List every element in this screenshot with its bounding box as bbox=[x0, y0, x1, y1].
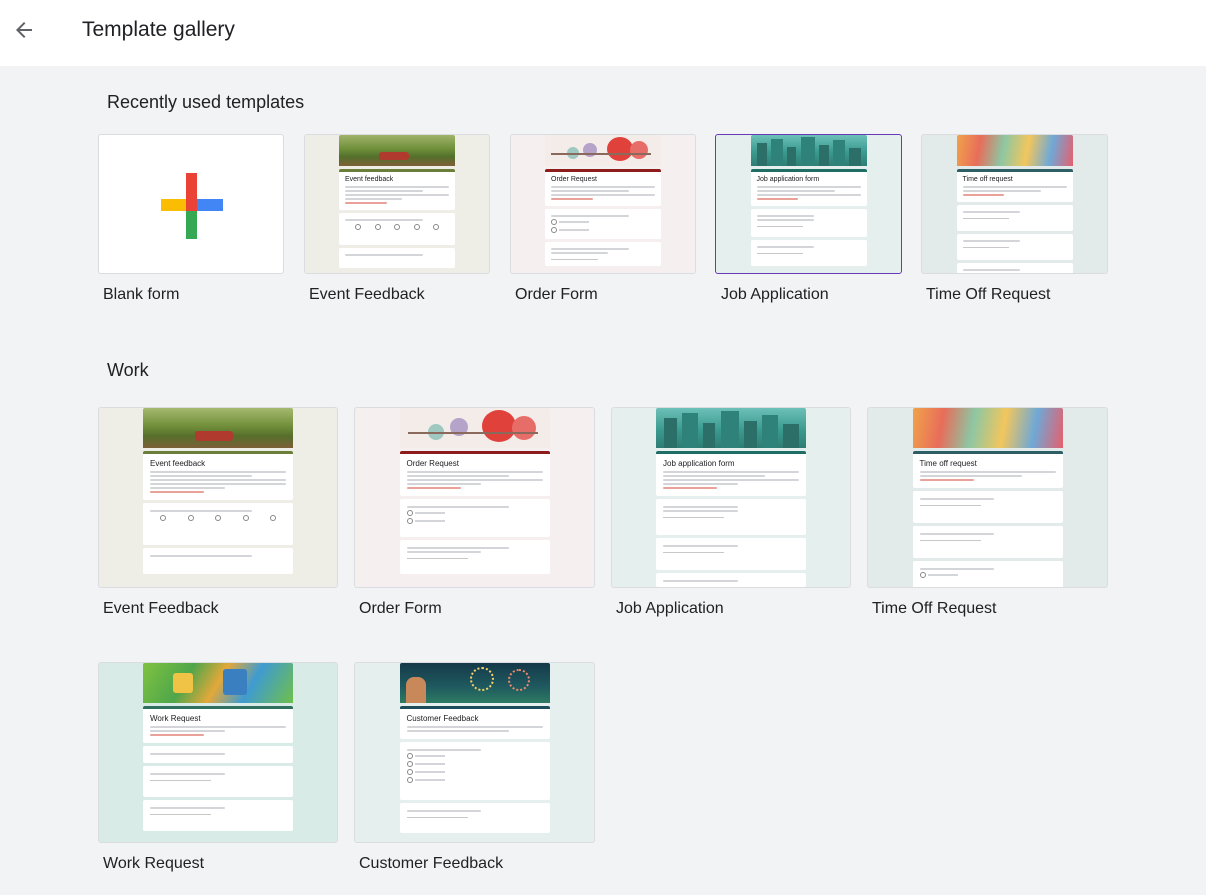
preview-title: Job application form bbox=[663, 459, 735, 468]
template-card-job-application[interactable]: Job application form bbox=[611, 407, 851, 588]
template-label-time-off-request-recent[interactable]: Time Off Request bbox=[926, 286, 1051, 304]
template-label-job-application[interactable]: Job Application bbox=[616, 600, 724, 618]
preview-title: Work Request bbox=[150, 714, 201, 723]
template-card-work-request[interactable]: Work Request bbox=[98, 662, 338, 843]
header-image bbox=[656, 408, 806, 448]
form-preview: Order Request bbox=[545, 135, 661, 273]
template-label-event-feedback[interactable]: Event Feedback bbox=[103, 600, 219, 618]
form-preview: Customer Feedback bbox=[399, 663, 550, 842]
template-label-order-form-recent[interactable]: Order Form bbox=[515, 286, 598, 304]
form-preview: Time off request bbox=[956, 135, 1073, 273]
template-label-time-off-request[interactable]: Time Off Request bbox=[872, 600, 997, 618]
form-preview: Job application form bbox=[750, 135, 867, 273]
template-card-order-form-recent[interactable]: Order Request bbox=[510, 134, 696, 274]
page-title: Template gallery bbox=[82, 18, 235, 41]
preview-title: Customer Feedback bbox=[406, 714, 479, 723]
template-card-time-off-request-recent[interactable]: Time off request bbox=[921, 134, 1108, 274]
template-label-customer-feedback[interactable]: Customer Feedback bbox=[359, 855, 503, 873]
template-card-job-application-recent[interactable]: Job application form bbox=[715, 134, 902, 274]
preview-title: Order Request bbox=[406, 459, 459, 468]
template-card-order-form[interactable]: Order Request bbox=[354, 407, 595, 588]
header-image bbox=[750, 135, 867, 166]
template-card-customer-feedback[interactable]: Customer Feedback bbox=[354, 662, 595, 843]
template-card-blank-form[interactable] bbox=[98, 134, 284, 274]
template-card-event-feedback-recent[interactable]: Event feedback bbox=[304, 134, 490, 274]
form-preview: Event feedback bbox=[339, 135, 455, 273]
form-preview: Work Request bbox=[143, 663, 293, 842]
form-preview: Order Request bbox=[399, 408, 550, 587]
preview-title: Job application form bbox=[756, 176, 820, 183]
section-title-work: Work bbox=[107, 360, 149, 380]
form-preview: Time off request bbox=[912, 408, 1063, 587]
header-image bbox=[399, 408, 550, 448]
template-label-blank-form[interactable]: Blank form bbox=[103, 286, 179, 304]
header-image bbox=[339, 135, 455, 166]
section-title-recent: Recently used templates bbox=[107, 92, 305, 112]
preview-title: Event feedback bbox=[150, 459, 206, 468]
top-bar: Template gallery bbox=[0, 0, 1206, 66]
preview-title: Time off request bbox=[919, 459, 977, 468]
form-preview: Job application form bbox=[656, 408, 806, 587]
template-card-event-feedback[interactable]: Event feedback bbox=[98, 407, 338, 588]
header-image bbox=[912, 408, 1063, 448]
header-image bbox=[143, 408, 293, 448]
template-label-work-request[interactable]: Work Request bbox=[103, 855, 204, 873]
header-image bbox=[956, 135, 1073, 166]
header-image bbox=[545, 135, 661, 166]
template-label-job-application-recent[interactable]: Job Application bbox=[721, 286, 829, 304]
template-label-order-form[interactable]: Order Form bbox=[359, 600, 442, 618]
header-image bbox=[399, 663, 550, 703]
preview-title: Order Request bbox=[551, 176, 597, 183]
preview-title: Event feedback bbox=[345, 176, 394, 183]
template-card-time-off-request[interactable]: Time off request bbox=[867, 407, 1108, 588]
back-button[interactable] bbox=[8, 14, 40, 46]
arrow-left-icon bbox=[16, 22, 32, 38]
template-label-event-feedback-recent[interactable]: Event Feedback bbox=[309, 286, 425, 304]
plus-icon bbox=[161, 173, 223, 239]
header-image bbox=[143, 663, 293, 703]
form-preview: Event feedback bbox=[143, 408, 293, 587]
preview-title: Time off request bbox=[962, 176, 1013, 183]
